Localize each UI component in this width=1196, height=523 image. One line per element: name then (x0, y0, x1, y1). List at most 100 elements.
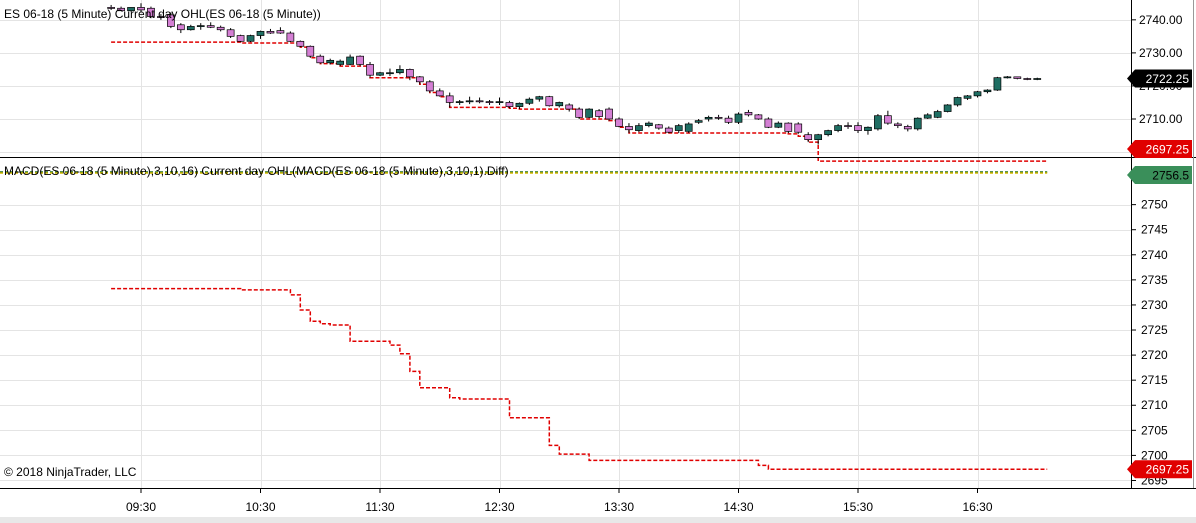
candle-body (196, 25, 205, 27)
candle-body (455, 101, 464, 103)
candle-body (993, 77, 1002, 91)
candle-body (425, 81, 434, 92)
candle-body (386, 72, 394, 75)
candle (913, 117, 922, 131)
candle-body (714, 116, 723, 119)
candle-body (445, 95, 454, 103)
candle-body (824, 130, 832, 136)
candle (734, 112, 743, 124)
indicator-low-badge-label: 2697.25 (1146, 463, 1190, 477)
candle (286, 31, 295, 43)
price-low-badge-label: 2697.25 (1146, 143, 1190, 157)
candle (874, 114, 882, 131)
candle-body (256, 31, 265, 36)
candle (376, 71, 384, 77)
indicator-y-tick-label: 2735 (1141, 273, 1168, 287)
x-tick-label: 13:30 (604, 500, 634, 514)
candle-body (943, 104, 952, 112)
candle-body (854, 125, 862, 131)
candle (953, 96, 962, 107)
candle-body (1033, 78, 1042, 80)
candle-body (535, 96, 544, 100)
candle-body (595, 110, 603, 117)
candle-body (545, 96, 554, 107)
x-tick-label: 15:30 (843, 500, 873, 514)
candle (316, 54, 325, 64)
candle-body (415, 76, 424, 83)
candle-body (475, 100, 484, 103)
candle (943, 104, 952, 113)
indicator-y-tick-label: 2710 (1141, 398, 1168, 412)
candle-body (186, 26, 195, 31)
candle (784, 122, 793, 134)
candle-body (176, 24, 185, 31)
candle (366, 61, 374, 78)
candle (754, 114, 763, 120)
candle-body (933, 111, 942, 118)
candle (684, 122, 693, 134)
candle-body (834, 125, 842, 131)
candle-body (754, 114, 763, 120)
candle-body (764, 118, 773, 128)
candle-body (923, 114, 932, 119)
candle (425, 80, 434, 93)
candle-body (246, 35, 255, 42)
candle-body (1023, 78, 1032, 80)
candle-body (645, 122, 653, 126)
candle (226, 28, 235, 39)
candle-body (356, 55, 364, 65)
candle-body (724, 117, 733, 123)
candle-body (615, 118, 623, 127)
candle-body (266, 31, 275, 34)
candle-body (903, 126, 912, 130)
candle-body (874, 115, 882, 130)
candle-body (963, 95, 972, 99)
candle-body (814, 134, 823, 140)
candle-body (306, 45, 315, 57)
candle-body (684, 123, 693, 132)
candle-body (406, 69, 414, 78)
x-tick-label: 16:30 (962, 500, 992, 514)
candle-body (236, 35, 245, 42)
candle-body (396, 69, 404, 74)
candle (246, 34, 255, 43)
x-tick-label: 11:30 (365, 500, 394, 514)
candle-body (704, 116, 713, 120)
candle (615, 117, 623, 128)
candle-body (326, 59, 335, 64)
x-tick-label: 14:30 (723, 500, 753, 514)
candle-body (316, 55, 325, 64)
candle-body (465, 100, 474, 103)
candle-body (1013, 76, 1022, 79)
candle (306, 45, 315, 58)
candle-body (864, 126, 872, 131)
candle-body (585, 108, 593, 118)
candle-body (216, 26, 225, 31)
candle-body (664, 127, 673, 133)
trading-chart[interactable]: ES 06-18 (5 Minute) Current day OHL(ES 0… (0, 0, 1196, 523)
indicator-top-badge: 2756.5 (1127, 166, 1192, 184)
last-price-badge-label: 2722.25 (1146, 72, 1190, 86)
candle-body (804, 134, 813, 140)
x-tick-label: 10:30 (245, 500, 275, 514)
candle (764, 117, 773, 129)
price-y-tick-label: 2740.00 (1139, 13, 1183, 27)
candle (575, 107, 584, 119)
candle-body (505, 102, 514, 107)
price-panel-title: ES 06-18 (5 Minute) Current day OHL(ES 0… (4, 7, 321, 21)
candle-body (635, 125, 643, 131)
candle-body (495, 101, 504, 103)
candle-body (794, 123, 803, 133)
indicator-y-tick-label: 2745 (1141, 223, 1168, 237)
price-y-tick-label: 2730.00 (1139, 46, 1183, 60)
x-tick-label: 12:30 (484, 500, 514, 514)
candle-body (485, 101, 494, 103)
indicator-y-tick-label: 2715 (1141, 373, 1168, 387)
copyright-text: © 2018 NinjaTrader, LLC (4, 465, 137, 479)
horizontal-scrollbar[interactable] (0, 517, 1196, 523)
candle (993, 76, 1002, 91)
candle-body (376, 72, 384, 76)
candle (595, 109, 603, 119)
candle (794, 122, 803, 134)
candle-body (226, 29, 235, 37)
